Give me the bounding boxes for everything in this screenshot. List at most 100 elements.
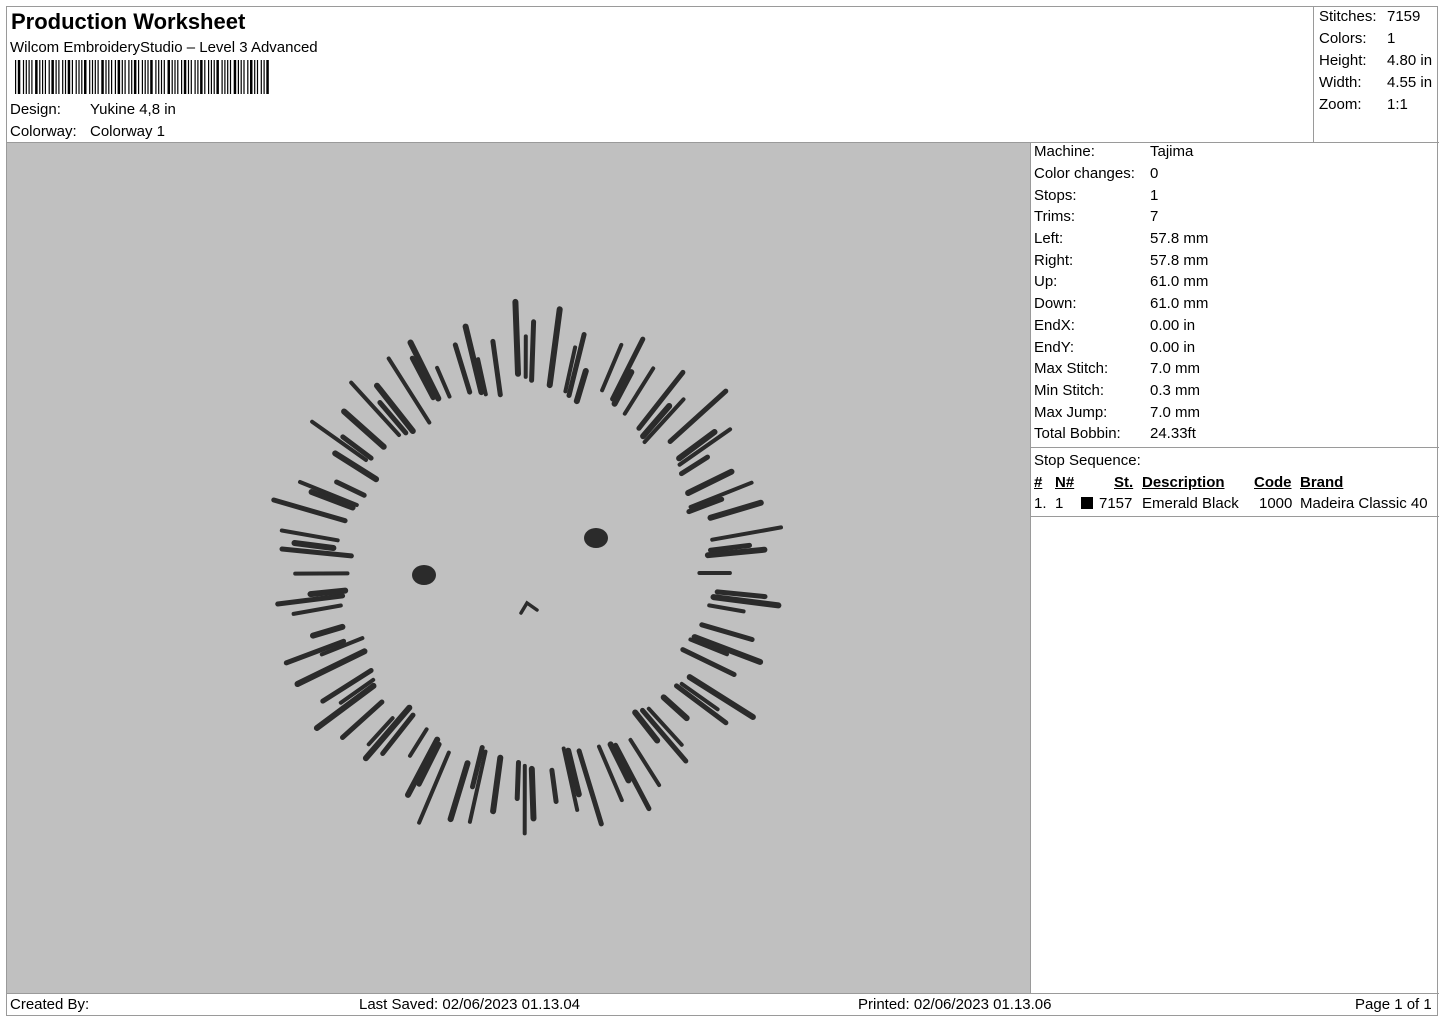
stitch-ray	[685, 468, 735, 496]
spec-label: EndX:	[1034, 317, 1075, 334]
spec-value: 7.0 mm	[1150, 404, 1201, 421]
stat-colors: Colors: 1	[1319, 30, 1395, 47]
nose-mark	[519, 600, 539, 615]
stitch-ray	[279, 528, 340, 543]
row-num: 1.	[1034, 495, 1047, 512]
stop-sequence: Stop Sequence: # N# St. Description Code…	[1031, 448, 1439, 517]
production-worksheet: Production Worksheet Wilcom EmbroiderySt…	[6, 6, 1439, 1017]
row-brand: Madeira Classic 40	[1300, 495, 1428, 512]
stitch-ray	[667, 388, 729, 444]
stitch-ray	[514, 760, 521, 801]
spec-trims: Trims: 7	[1034, 208, 1158, 225]
spec-label: Machine:	[1034, 143, 1095, 160]
stat-value: 4.55 in	[1387, 74, 1433, 91]
stitch-ray	[490, 338, 503, 398]
stitch-ray	[310, 623, 346, 639]
spec-value: 0.3 mm	[1150, 382, 1201, 399]
stat-value: 1	[1387, 30, 1396, 47]
spec-value: 24.33ft	[1150, 425, 1196, 442]
spec-max-jump: Max Jump: 7.0 mm	[1034, 404, 1200, 421]
spec-label: Max Stitch:	[1034, 360, 1109, 377]
stitch-ray	[447, 760, 471, 823]
spec-label: Min Stitch:	[1034, 382, 1105, 399]
spec-stops: Stops: 1	[1034, 187, 1158, 204]
stitch-ray	[407, 339, 442, 402]
row-st: 7157	[1099, 495, 1133, 512]
stat-value: 1:1	[1387, 96, 1408, 113]
spec-endx: EndX: 0.00 in	[1034, 317, 1195, 334]
spec-value: 0	[1150, 165, 1159, 182]
worksheet-footer: Created By: Last Saved: 02/06/2023 01.13…	[7, 993, 1439, 1017]
stitch-ray	[546, 306, 563, 389]
stat-label: Height:	[1319, 52, 1367, 69]
stat-label: Stitches:	[1319, 8, 1377, 25]
stitch-ray	[452, 342, 473, 395]
spec-max-stitch: Max Stitch: 7.0 mm	[1034, 360, 1200, 377]
stitch-ray	[573, 368, 589, 405]
spec-label: Max Jump:	[1034, 404, 1108, 421]
printed-date: Printed: 02/06/2023 01.13.06	[858, 996, 1052, 1013]
design-row: Design: Yukine 4,8 in	[10, 101, 176, 118]
stitch-ray	[699, 622, 755, 642]
colorway-value: Colorway 1	[90, 123, 166, 140]
design-value: Yukine 4,8 in	[90, 101, 176, 118]
stitch-ray	[291, 540, 337, 551]
stat-stitches: Stitches: 7159	[1319, 8, 1420, 25]
spec-color-changes: Color changes: 0	[1034, 165, 1158, 182]
stitch-ray	[408, 727, 429, 758]
page-number: Page 1 of 1	[1355, 996, 1432, 1013]
spec-value: 7.0 mm	[1150, 360, 1201, 377]
spec-down: Down: 61.0 mm	[1034, 295, 1208, 312]
stitch-ray	[549, 767, 559, 804]
spec-left: Left: 57.8 mm	[1034, 230, 1208, 247]
stat-value: 7159	[1387, 8, 1421, 25]
stitch-ray	[435, 365, 452, 399]
row-description: Emerald Black	[1142, 495, 1239, 512]
stat-label: Colors:	[1319, 30, 1367, 47]
spec-value: 0.00 in	[1150, 339, 1196, 356]
page-title: Production Worksheet	[11, 9, 246, 34]
spec-right: Right: 57.8 mm	[1034, 252, 1208, 269]
stitch-ray	[283, 638, 347, 666]
spec-label: Up:	[1034, 273, 1058, 290]
stitch-ray	[529, 319, 537, 383]
row-n: 1	[1055, 495, 1064, 512]
stitch-ray	[275, 593, 346, 607]
software-name: Wilcom EmbroideryStudio – Level 3 Advanc…	[10, 39, 318, 56]
spec-value: 0.00 in	[1150, 317, 1196, 334]
stitch-ray	[710, 594, 782, 609]
stitch-ray	[313, 682, 377, 731]
stitch-ray	[660, 694, 690, 722]
stitch-ray	[707, 603, 746, 614]
col-brand: Brand	[1300, 474, 1344, 491]
stat-zoom: Zoom: 1:1	[1319, 96, 1408, 113]
spec-value: 57.8 mm	[1150, 252, 1209, 269]
design-preview	[7, 143, 1031, 993]
stitch-ray	[334, 479, 367, 498]
stat-label: Zoom:	[1319, 96, 1362, 113]
stitch-ray	[291, 603, 343, 616]
last-saved: Last Saved: 02/06/2023 01.13.04	[359, 996, 581, 1013]
spec-min-stitch: Min Stitch: 0.3 mm	[1034, 382, 1200, 399]
stitch-ray	[490, 754, 504, 815]
design-stats: Stitches: 7159 Colors: 1 Height: 4.80 in Wi…	[1314, 7, 1439, 143]
spec-label: EndY:	[1034, 339, 1075, 356]
stitch-ray	[707, 499, 764, 521]
stitch-ray	[640, 707, 689, 764]
stitch-ray	[528, 765, 537, 822]
stop-sequence-heading: Stop Sequence:	[1034, 452, 1141, 469]
stat-width: Width: 4.55 in	[1319, 74, 1432, 91]
stitch-ray	[307, 587, 349, 598]
left-eye	[412, 565, 436, 585]
col-st: St.	[1114, 474, 1134, 491]
color-swatch	[1081, 497, 1093, 509]
spec-value: 57.8 mm	[1150, 230, 1209, 247]
stitch-ray	[576, 748, 604, 827]
row-code: 1000	[1259, 495, 1293, 512]
stop-sequence-header-row: # N# St. Description Code Brand	[1031, 474, 1439, 494]
col-num: #	[1034, 474, 1043, 491]
stitch-ray	[279, 546, 354, 559]
spec-up: Up: 61.0 mm	[1034, 273, 1208, 290]
spec-label: Down:	[1034, 295, 1077, 312]
col-description: Description	[1142, 474, 1225, 491]
